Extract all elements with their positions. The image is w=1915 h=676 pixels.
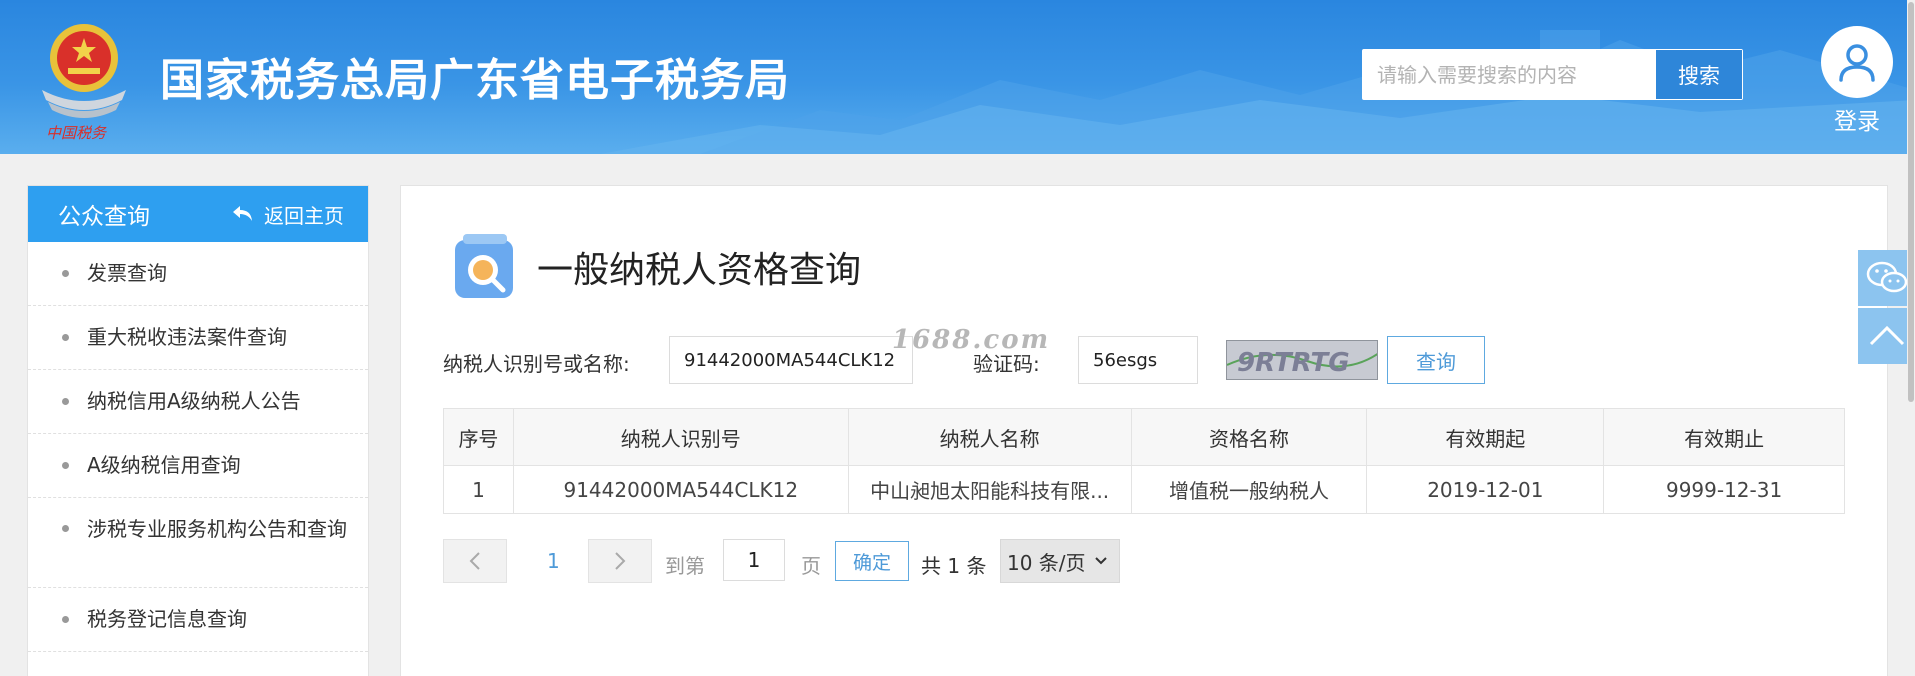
prev-page-button[interactable]	[443, 539, 507, 583]
bullet-icon	[62, 398, 69, 405]
sidebar-item-tax-violation-cases[interactable]: 重大税收违法案件查询	[28, 306, 368, 370]
cell-valid-to: 9999-12-31	[1665, 477, 1783, 502]
page-size-value: 10 条/页	[1007, 550, 1086, 575]
captcha-text: 9RTRTG	[1237, 348, 1350, 378]
sidebar-item-label: 纳税信用A级纳税人公告	[87, 389, 301, 413]
pagination: 1 到第 1 页 确定 共 1 条 10 条/页	[443, 539, 1443, 583]
taxpayer-id-input[interactable]: 91442000MA544CLK12	[669, 336, 913, 384]
chevron-right-icon	[615, 552, 626, 570]
col-header-index: 序号	[443, 408, 514, 466]
sidebar-title: 公众查询	[58, 204, 150, 230]
bullet-icon	[62, 334, 69, 341]
sidebar-header: 公众查询 返回主页	[28, 186, 368, 242]
chevron-down-icon	[1094, 557, 1107, 565]
query-form: 纳税人识别号或名称: 91442000MA544CLK12 验证码: 56esg…	[443, 336, 1863, 386]
login-button[interactable]: 登录	[1820, 26, 1894, 136]
sidebar-item-label: 税务登记信息查询	[87, 607, 247, 631]
col-header-taxpayer-name: 纳税人名称	[848, 408, 1132, 466]
site-title: 国家税务总局广东省电子税务局	[160, 55, 790, 106]
back-home-link[interactable]: 返回主页	[232, 200, 344, 229]
col-header-valid-to: 有效期止	[1603, 408, 1845, 466]
header-search: 搜索	[1362, 49, 1743, 100]
cell-taxpayer-name: 中山昶旭太阳能科技有限...	[848, 465, 1132, 514]
col-header-taxpayer-id: 纳税人识别号	[513, 408, 849, 466]
page-title: 一般纳税人资格查询	[537, 250, 862, 291]
page-number-1[interactable]: 1	[547, 549, 560, 573]
captcha-input[interactable]: 56esgs	[1078, 336, 1198, 384]
result-table: 序号 纳税人识别号 纳税人名称 资格名称 有效期起 有效期止 1 9144200…	[443, 408, 1845, 514]
svg-text:中国税务: 中国税务	[46, 124, 108, 142]
goto-confirm-button[interactable]: 确定	[835, 541, 909, 581]
next-page-button[interactable]	[588, 539, 652, 583]
scrollbar-thumb[interactable]	[1908, 2, 1914, 402]
bullet-icon	[62, 270, 69, 277]
captcha-image[interactable]: 9RTRTG	[1226, 340, 1378, 380]
bullet-icon	[62, 462, 69, 469]
sidebar-item-label: 涉税专业服务机构公告和查询	[87, 517, 347, 541]
sidebar-item-a-level-credit-query[interactable]: A级纳税信用查询	[28, 434, 368, 498]
chevron-left-icon	[469, 552, 480, 570]
search-input[interactable]	[1363, 50, 1655, 99]
login-label: 登录	[1834, 109, 1880, 135]
chevron-up-icon	[1869, 325, 1904, 346]
goto-label: 到第	[665, 554, 705, 578]
tax-emblem-logo: 中国税务	[42, 24, 126, 142]
page-heading: 一般纳税人资格查询	[449, 232, 861, 302]
sidebar-item-label: 重大税收违法案件查询	[87, 325, 287, 349]
sidebar-item-label: A级纳税信用查询	[87, 453, 241, 477]
goto-page-input[interactable]: 1	[723, 539, 785, 581]
page-scrollbar[interactable]	[1907, 0, 1915, 676]
col-header-valid-from: 有效期起	[1366, 408, 1605, 466]
cell-qualification: 增值税一般纳税人	[1131, 465, 1368, 514]
table-header-row: 序号 纳税人识别号 纳税人名称 资格名称 有效期起 有效期止	[443, 408, 1845, 466]
taxpayer-label: 纳税人识别号或名称:	[443, 352, 630, 376]
sidebar: 公众查询 返回主页 发票查询 重大税收违法案件查询 纳税信用A级纳税人公告 A级…	[27, 185, 369, 676]
cell-valid-from: 2019-12-01	[1366, 465, 1605, 514]
sidebar-item-tax-service-agencies[interactable]: 涉税专业服务机构公告和查询	[28, 498, 368, 588]
sidebar-item-label: 发票查询	[87, 261, 167, 285]
page-unit-label: 页	[801, 554, 821, 578]
bullet-icon	[62, 525, 69, 532]
table-row: 1 91442000MA544CLK12 中山昶旭太阳能科技有限... 增值税一…	[443, 465, 1845, 514]
sidebar-item-tax-registration-query[interactable]: 税务登记信息查询	[28, 588, 368, 652]
back-home-label: 返回主页	[264, 203, 344, 228]
sidebar-item-a-level-announcement[interactable]: 纳税信用A级纳税人公告	[28, 370, 368, 434]
sidebar-item-invoice-query[interactable]: 发票查询	[28, 242, 368, 306]
main-panel: 一般纳税人资格查询 纳税人识别号或名称: 91442000MA544CLK12 …	[400, 185, 1888, 676]
watermark-text: 1688.com	[892, 325, 1051, 355]
search-button[interactable]: 搜索	[1655, 50, 1742, 99]
wechat-icon	[1866, 261, 1907, 293]
user-icon	[1821, 26, 1893, 98]
back-arrow-icon	[233, 206, 252, 221]
total-count: 共 1 条	[921, 554, 987, 578]
cell-index: 1	[443, 465, 514, 514]
search-document-icon	[455, 234, 513, 298]
bullet-icon	[62, 616, 69, 623]
cell-taxpayer-id: 91442000MA544CLK12	[513, 465, 849, 514]
site-header: 中国税务 国家税务总局广东省电子税务局 搜索 登录	[0, 0, 1915, 154]
page-size-select[interactable]: 10 条/页	[1000, 539, 1120, 583]
query-button[interactable]: 查询	[1387, 336, 1485, 384]
col-header-qualification: 资格名称	[1131, 408, 1368, 466]
